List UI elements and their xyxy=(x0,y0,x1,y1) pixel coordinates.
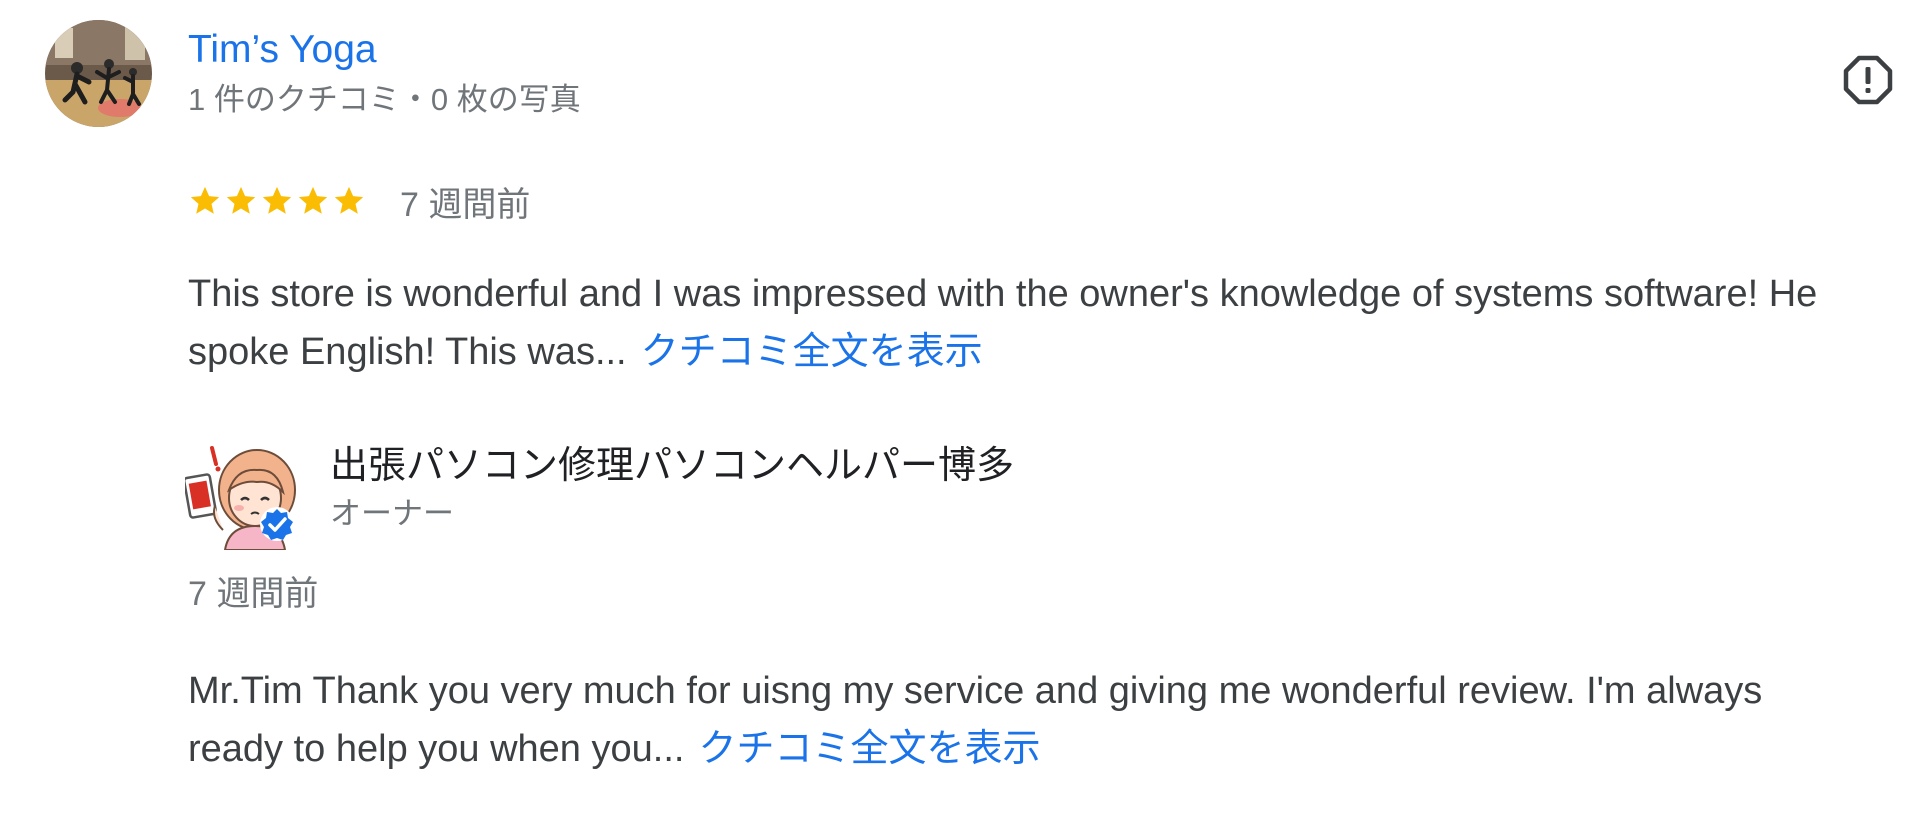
cartoon-character-avatar xyxy=(182,446,296,551)
reviewer-meta: 1 件のクチコミ・0 枚の写真 xyxy=(188,82,581,117)
owner-avatar xyxy=(182,438,301,551)
star-icon xyxy=(190,186,220,214)
verified-badge-icon xyxy=(260,507,294,541)
report-flag-icon xyxy=(1843,55,1893,105)
reply-time: 7 週間前 xyxy=(188,575,319,613)
owner-label: オーナー xyxy=(330,496,454,531)
star-icon xyxy=(262,186,292,214)
reply-text: Mr.Tim Thank you very much for uisng my … xyxy=(188,662,1838,778)
report-button[interactable] xyxy=(1840,52,1896,108)
star-icon xyxy=(226,186,256,214)
reply-more-link[interactable]: クチコミ全文を表示 xyxy=(698,728,1040,770)
review-text: This store is wonderful and I was impres… xyxy=(188,265,1838,381)
star-icon xyxy=(298,186,328,214)
rating-row: 7 週間前 xyxy=(188,175,530,227)
review-more-link[interactable]: クチコミ全文を表示 xyxy=(641,331,983,373)
reviewer-name[interactable]: Tim’s Yoga xyxy=(188,26,377,74)
reviewer-avatar[interactable] xyxy=(45,20,152,127)
review-card: Tim’s Yoga 1 件のクチコミ・0 枚の写真 7 週間前 This st… xyxy=(0,0,1920,819)
review-time: 7 週間前 xyxy=(400,185,531,224)
star-icon xyxy=(334,186,364,214)
yoga-studio-photo-avatar xyxy=(45,20,152,127)
star-rating xyxy=(188,184,366,218)
owner-name: 出張パソコン修理パソコンヘルパー博多 xyxy=(330,445,1015,487)
review-body: This store is wonderful and I was impres… xyxy=(188,273,1818,373)
